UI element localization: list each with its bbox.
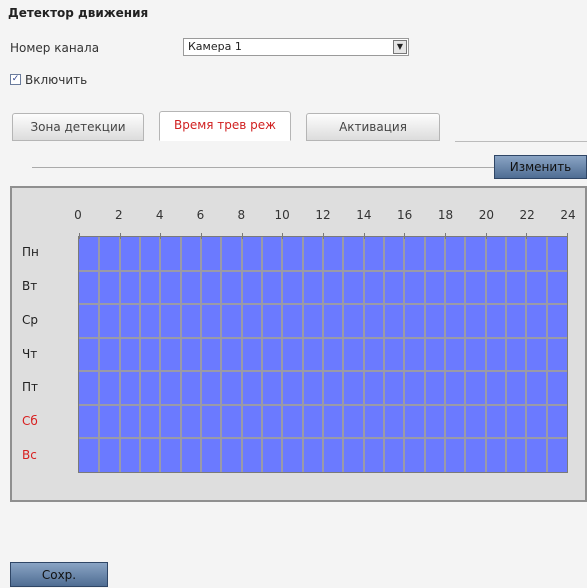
hour-label: 8 bbox=[237, 208, 246, 222]
hour-tick bbox=[567, 233, 568, 239]
day-label: Сб bbox=[22, 414, 38, 429]
hour-tick bbox=[201, 233, 202, 239]
tab-activation[interactable]: Активация bbox=[306, 113, 440, 141]
grid-row-line bbox=[79, 403, 567, 406]
day-label: Ср bbox=[22, 312, 38, 327]
day-label: Вт bbox=[22, 278, 38, 293]
hour-tick bbox=[526, 233, 528, 239]
hour-label: 0 bbox=[74, 208, 82, 222]
day-label: Пн bbox=[22, 244, 39, 259]
hour-label: 16 bbox=[397, 208, 413, 222]
channel-select-value: Камера 1 bbox=[188, 40, 242, 53]
tab-alarm-schedule[interactable]: Время трев реж bbox=[159, 111, 291, 141]
day-label: Пт bbox=[22, 380, 39, 395]
hour-tick bbox=[79, 233, 80, 239]
schedule-grid[interactable] bbox=[78, 233, 568, 473]
grid-row-line bbox=[79, 370, 567, 373]
hour-label: 2 bbox=[115, 208, 123, 222]
enable-checkbox[interactable]: ✓ bbox=[10, 74, 21, 85]
hour-tick bbox=[241, 233, 243, 239]
hour-label: 22 bbox=[519, 208, 535, 222]
grid-row-line bbox=[79, 336, 567, 339]
grid-row-line bbox=[79, 269, 567, 272]
save-button[interactable]: Сохр. bbox=[10, 562, 108, 587]
hour-label: 10 bbox=[274, 208, 290, 222]
hour-label: 12 bbox=[315, 208, 331, 222]
hour-tick bbox=[282, 233, 284, 239]
grid-row-line bbox=[79, 437, 567, 440]
hour-tick bbox=[404, 233, 406, 239]
enable-label: Включить bbox=[25, 73, 88, 87]
hour-label: 14 bbox=[356, 208, 372, 222]
hour-tick bbox=[323, 233, 324, 239]
day-label: Чт bbox=[22, 346, 38, 361]
page-title: Детектор движения bbox=[8, 6, 149, 20]
tab-detection-zone[interactable]: Зона детекции bbox=[12, 113, 144, 141]
hour-label: 4 bbox=[155, 208, 164, 222]
day-label: Вс bbox=[22, 448, 37, 463]
hour-label: 24 bbox=[560, 208, 576, 222]
hour-label: 18 bbox=[437, 208, 454, 222]
grid-row-line bbox=[79, 303, 567, 306]
hour-tick bbox=[363, 233, 365, 239]
chevron-down-icon[interactable]: ▼ bbox=[393, 40, 407, 54]
hour-label: 6 bbox=[196, 208, 205, 222]
hour-label: 20 bbox=[478, 208, 494, 222]
tab-strip-divider bbox=[455, 141, 587, 142]
hour-tick bbox=[119, 233, 121, 239]
hour-tick bbox=[445, 233, 446, 239]
channel-label: Номер канала bbox=[10, 41, 100, 55]
hour-tick bbox=[160, 233, 162, 239]
channel-select[interactable]: Камера 1 ▼ bbox=[183, 38, 409, 56]
edit-button[interactable]: Изменить bbox=[494, 155, 587, 179]
hour-tick bbox=[485, 233, 487, 239]
